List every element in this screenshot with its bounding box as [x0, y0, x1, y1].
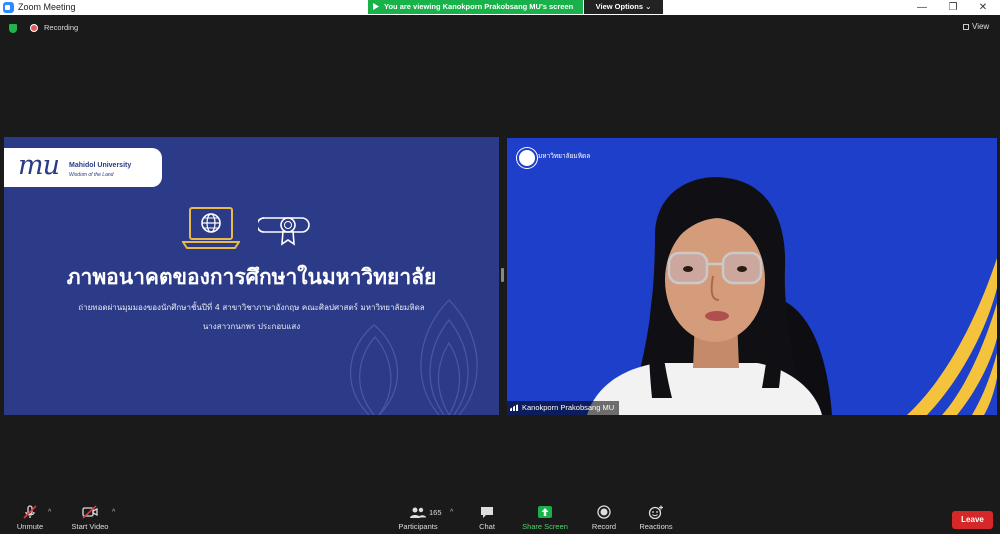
participant-name: Kanokporn Prakobsang MU — [522, 403, 615, 412]
security-shield-icon[interactable] — [9, 24, 17, 33]
video-options-caret[interactable]: ^ — [112, 509, 115, 516]
laptop-globe-icon — [182, 207, 240, 249]
view-label: View — [972, 22, 990, 31]
participant-video-person — [587, 177, 832, 415]
window-title: Zoom Meeting — [18, 2, 76, 12]
zoom-app-icon — [3, 2, 14, 13]
signal-bars-icon — [510, 404, 519, 411]
shared-screen: mu Mahidol University Wisdom of the Land… — [4, 137, 499, 415]
view-options-button[interactable]: View Options ⌄ — [584, 0, 663, 14]
start-video-label: Start Video — [71, 522, 109, 531]
share-play-icon — [373, 3, 379, 10]
chat-button[interactable]: Chat — [474, 505, 500, 532]
gold-stripes-decoration — [907, 258, 997, 415]
logo-mu-mark: mu — [18, 150, 60, 181]
recording-label: Recording — [44, 23, 79, 32]
participant-video-tile[interactable]: มหาวิทยาลัยมหิดล Kanokporn Prakobsang MU — [507, 138, 997, 415]
reactions-smiley-icon — [648, 505, 663, 519]
participants-count: 165 — [429, 508, 442, 517]
university-logo: mu Mahidol University Wisdom of the Land — [4, 148, 162, 187]
minimize-button[interactable]: — — [907, 0, 937, 15]
recording-icon — [30, 24, 38, 32]
video-background-logo-text: มหาวิทยาลัยมหิดล — [538, 152, 591, 160]
maximize-button[interactable]: ❐ — [938, 0, 968, 15]
certificate-scroll-icon — [258, 217, 310, 246]
participants-label: Participants — [398, 522, 438, 531]
reactions-label: Reactions — [639, 522, 673, 531]
muted-mic-icon — [23, 505, 37, 519]
record-label: Record — [591, 522, 617, 531]
close-button[interactable]: ✕ — [968, 0, 998, 15]
video-off-icon — [82, 505, 98, 519]
screen-share-banner: You are viewing Kanokporn Prakobsang MU'… — [368, 0, 583, 14]
panel-splitter-handle[interactable] — [501, 268, 504, 282]
chat-icon — [481, 507, 493, 518]
reactions-button[interactable]: Reactions — [636, 505, 676, 532]
view-button[interactable]: View — [963, 21, 989, 33]
share-screen-icon — [538, 506, 552, 518]
leave-button[interactable]: Leave — [952, 511, 993, 529]
record-button[interactable]: Record — [588, 505, 620, 532]
participants-options-caret[interactable]: ^ — [450, 509, 453, 516]
unmute-label: Unmute — [16, 522, 44, 531]
audio-options-caret[interactable]: ^ — [48, 509, 51, 516]
chat-label: Chat — [479, 522, 495, 531]
record-icon — [597, 505, 611, 519]
share-screen-button[interactable]: Share Screen — [519, 505, 571, 532]
unmute-button[interactable]: Unmute — [12, 505, 48, 532]
share-banner-text: You are viewing Kanokporn Prakobsang MU'… — [384, 2, 574, 11]
logo-university-name: Mahidol University — [69, 162, 132, 169]
share-screen-label: Share Screen — [522, 522, 568, 531]
decorative-watermark — [349, 299, 478, 415]
university-seal-icon — [517, 148, 537, 168]
logo-tagline: Wisdom of the Land — [69, 172, 114, 178]
start-video-button[interactable]: Start Video — [68, 505, 112, 532]
participant-name-tag: Kanokporn Prakobsang MU — [507, 401, 620, 415]
participants-icon — [410, 507, 426, 518]
grid-view-icon — [963, 24, 969, 30]
